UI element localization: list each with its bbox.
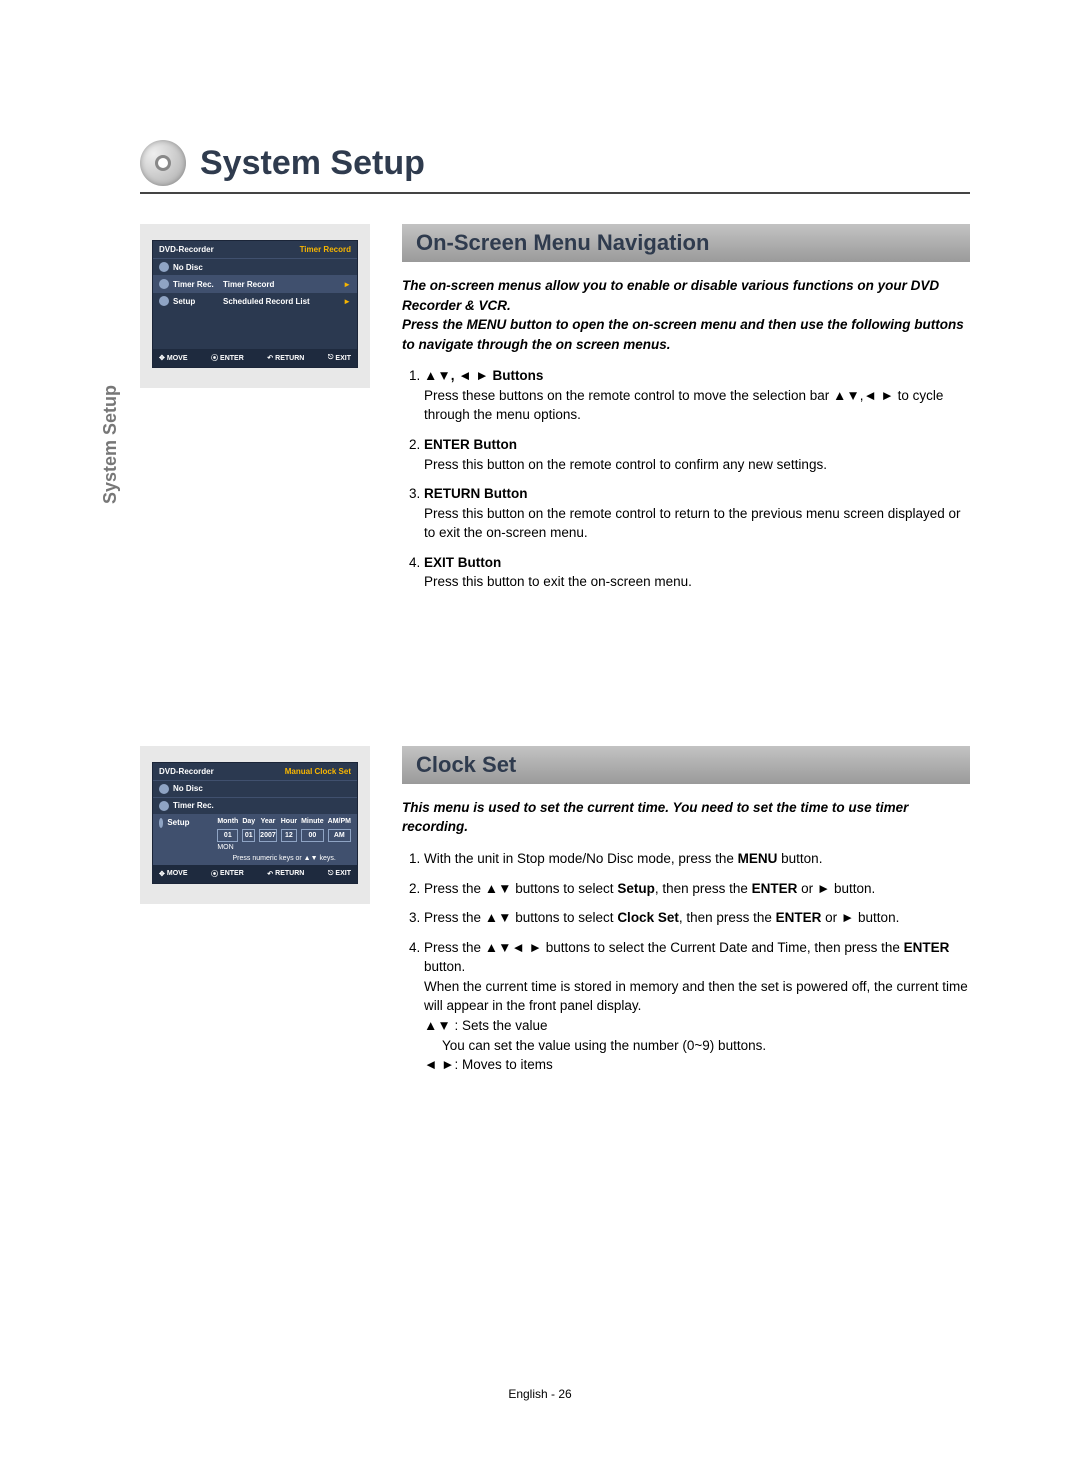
- osd-screenshot-clock: DVD-Recorder Manual Clock Set No Disc Ti…: [152, 762, 358, 884]
- osd-item-label: Timer Record: [223, 280, 343, 289]
- step-text: Press this button on the remote control …: [424, 457, 827, 472]
- osd-title: DVD-Recorder: [159, 245, 214, 254]
- osd-left-label: Setup: [167, 818, 217, 827]
- return-hint: ↶ RETURN: [267, 353, 304, 363]
- enter-hint: ⦿ ENTER: [211, 353, 244, 363]
- enter-hint: ⦿ ENTER: [211, 869, 244, 879]
- left-column: DVD-Recorder Manual Clock Set No Disc Ti…: [140, 746, 370, 904]
- left-column: System Setup DVD-Recorder Timer Record N…: [140, 224, 370, 388]
- step-label: RETURN Button: [424, 486, 527, 501]
- osd-crumb: Manual Clock Set: [285, 767, 351, 776]
- clock-cell: 2007: [259, 829, 277, 842]
- nav-steps: ▲▼, ◄ ► Buttons Press these buttons on th…: [402, 366, 970, 592]
- timer-icon: [159, 801, 169, 811]
- clock-cell: 12: [281, 829, 297, 842]
- clock-steps: With the unit in Stop mode/No Disc mode,…: [402, 849, 970, 1075]
- substep: ◄ ►: Moves to items: [424, 1057, 553, 1072]
- col-head: Day: [242, 818, 255, 825]
- step: ▲▼, ◄ ► Buttons Press these buttons on th…: [424, 366, 970, 425]
- substep: ▲▼ : Sets the value: [424, 1018, 548, 1033]
- clock-cell: AM: [328, 829, 351, 842]
- disc-icon: [159, 262, 169, 272]
- move-hint: ✥ MOVE: [159, 869, 188, 879]
- section-intro: The on-screen menus allow you to enable …: [402, 276, 970, 354]
- step-text: Press this button on the remote control …: [424, 506, 961, 541]
- timer-icon: [159, 279, 169, 289]
- osd-hint: Press numeric keys or ▲▼ keys.: [217, 855, 351, 862]
- disc-icon: [140, 140, 186, 186]
- step-text: Press this button to exit the on-screen …: [424, 574, 692, 589]
- side-tab: System Setup: [100, 385, 121, 504]
- osd-item-label: Scheduled Record List: [223, 297, 343, 306]
- step: With the unit in Stop mode/No Disc mode,…: [424, 849, 970, 869]
- section-heading: Clock Set: [402, 746, 970, 784]
- osd-left-label: No Disc: [173, 263, 223, 272]
- step: RETURN Button Press this button on the re…: [424, 484, 970, 543]
- step-text: Press these buttons on the remote contro…: [424, 388, 943, 423]
- clock-cell: 01: [217, 829, 238, 842]
- chevron-right-icon: ►: [343, 297, 351, 306]
- section-intro: This menu is used to set the current tim…: [402, 798, 970, 837]
- step: Press the ▲▼ buttons to select Clock Set…: [424, 908, 970, 928]
- clock-cell: 00: [301, 829, 324, 842]
- osd-left-label: No Disc: [173, 784, 223, 793]
- step: Press the ▲▼◄ ► buttons to select the Cu…: [424, 938, 970, 1075]
- substep-detail: You can set the value using the number (…: [442, 1038, 766, 1053]
- col-head: AM/PM: [328, 818, 351, 825]
- step-extra: When the current time is stored in memor…: [424, 979, 968, 1014]
- gear-icon: [159, 296, 169, 306]
- osd-screenshot-timer: DVD-Recorder Timer Record No Disc Timer …: [152, 240, 358, 368]
- return-hint: ↶ RETURN: [267, 869, 304, 879]
- move-hint: ✥ MOVE: [159, 353, 188, 363]
- section-heading: On-Screen Menu Navigation: [402, 224, 970, 262]
- osd-left-label: Timer Rec.: [173, 280, 223, 289]
- osd-left-label: Setup: [173, 297, 223, 306]
- osd-crumb: Timer Record: [300, 245, 351, 254]
- step-label: ▲▼, ◄ ► Buttons: [424, 368, 543, 383]
- exit-hint: ⎋ EXIT: [328, 353, 351, 363]
- disc-icon: [159, 784, 169, 794]
- col-head: Month: [217, 818, 238, 825]
- col-head: Year: [259, 818, 277, 825]
- divider: [140, 192, 970, 194]
- col-head: Minute: [301, 818, 324, 825]
- exit-hint: ⎋ EXIT: [328, 869, 351, 879]
- step: ENTER Button Press this button on the rem…: [424, 435, 970, 474]
- chevron-right-icon: ►: [343, 280, 351, 289]
- chapter-title: System Setup: [200, 144, 425, 183]
- osd-left-label: Timer Rec.: [173, 801, 223, 810]
- gear-icon: [159, 818, 163, 828]
- page-footer: English - 26: [0, 1387, 1080, 1401]
- dayname: MON: [217, 844, 351, 851]
- clock-cell: 01: [242, 829, 255, 842]
- col-head: Hour: [281, 818, 297, 825]
- step-label: ENTER Button: [424, 437, 517, 452]
- step: EXIT Button Press this button to exit the…: [424, 553, 970, 592]
- step-label: EXIT Button: [424, 555, 501, 570]
- osd-title: DVD-Recorder: [159, 767, 214, 776]
- step: Press the ▲▼ buttons to select Setup, th…: [424, 879, 970, 899]
